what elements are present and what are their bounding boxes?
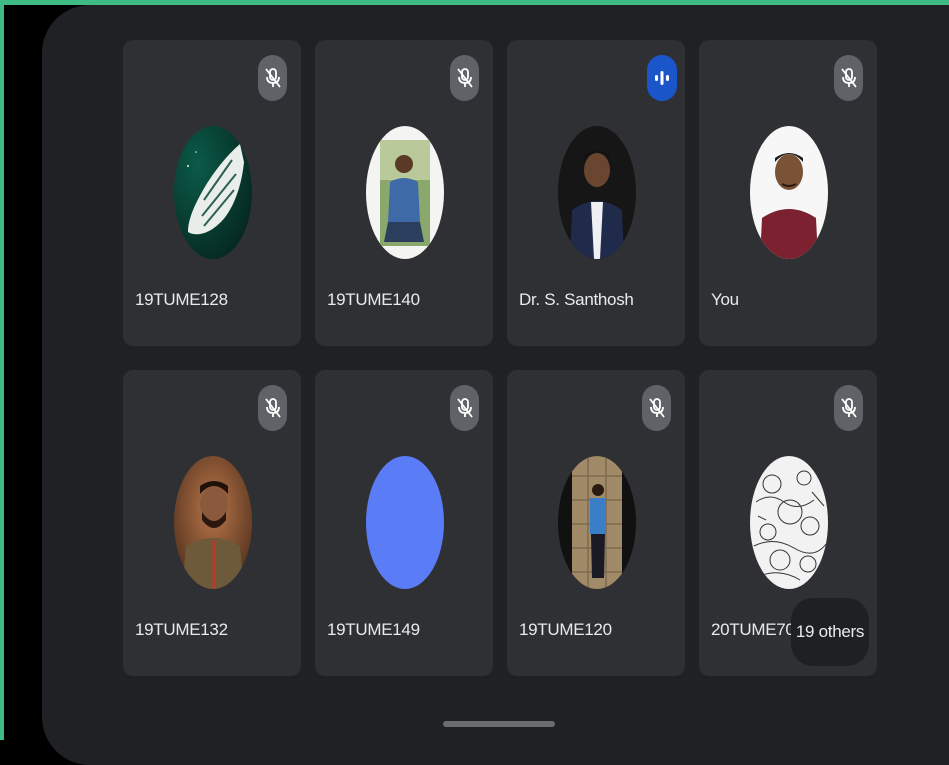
mic-off-icon: [642, 385, 671, 431]
mic-off-icon: [450, 385, 479, 431]
participant-tile[interactable]: 20TUME702 19 others: [699, 370, 877, 676]
participant-tile[interactable]: 19TUME128: [123, 40, 301, 346]
participant-name: Dr. S. Santhosh: [519, 290, 634, 309]
others-button[interactable]: 19 others: [791, 598, 869, 666]
participant-tile[interactable]: 19TUME132: [123, 370, 301, 676]
mic-off-icon: [834, 385, 863, 431]
mic-off-icon: [258, 385, 287, 431]
avatar: [366, 456, 444, 589]
mic-off-icon: [258, 55, 287, 101]
participant-tile[interactable]: Dr. S. Santhosh: [507, 40, 685, 346]
audio-level-icon: [647, 55, 677, 101]
avatar: [558, 126, 636, 259]
avatar: [750, 126, 828, 259]
participant-tile[interactable]: You: [699, 40, 877, 346]
avatar: [750, 456, 828, 589]
mic-off-icon: [450, 55, 479, 101]
avatar: [558, 456, 636, 589]
avatar: [366, 126, 444, 259]
participant-name: 19TUME149: [327, 620, 420, 639]
participant-name: 19TUME128: [135, 290, 228, 309]
avatar: [174, 126, 252, 259]
participant-name: 19TUME132: [135, 620, 228, 639]
participant-tile[interactable]: 19TUME140: [315, 40, 493, 346]
participant-tile[interactable]: 19TUME149: [315, 370, 493, 676]
home-indicator[interactable]: [443, 721, 555, 727]
participant-name: 19TUME120: [519, 620, 612, 639]
window-frame-left: [0, 0, 4, 740]
participant-name: You: [711, 290, 739, 309]
participant-name: 20TUME702: [711, 620, 804, 639]
avatar: [174, 456, 252, 589]
participant-name: 19TUME140: [327, 290, 420, 309]
participant-tile[interactable]: 19TUME120: [507, 370, 685, 676]
mic-off-icon: [834, 55, 863, 101]
